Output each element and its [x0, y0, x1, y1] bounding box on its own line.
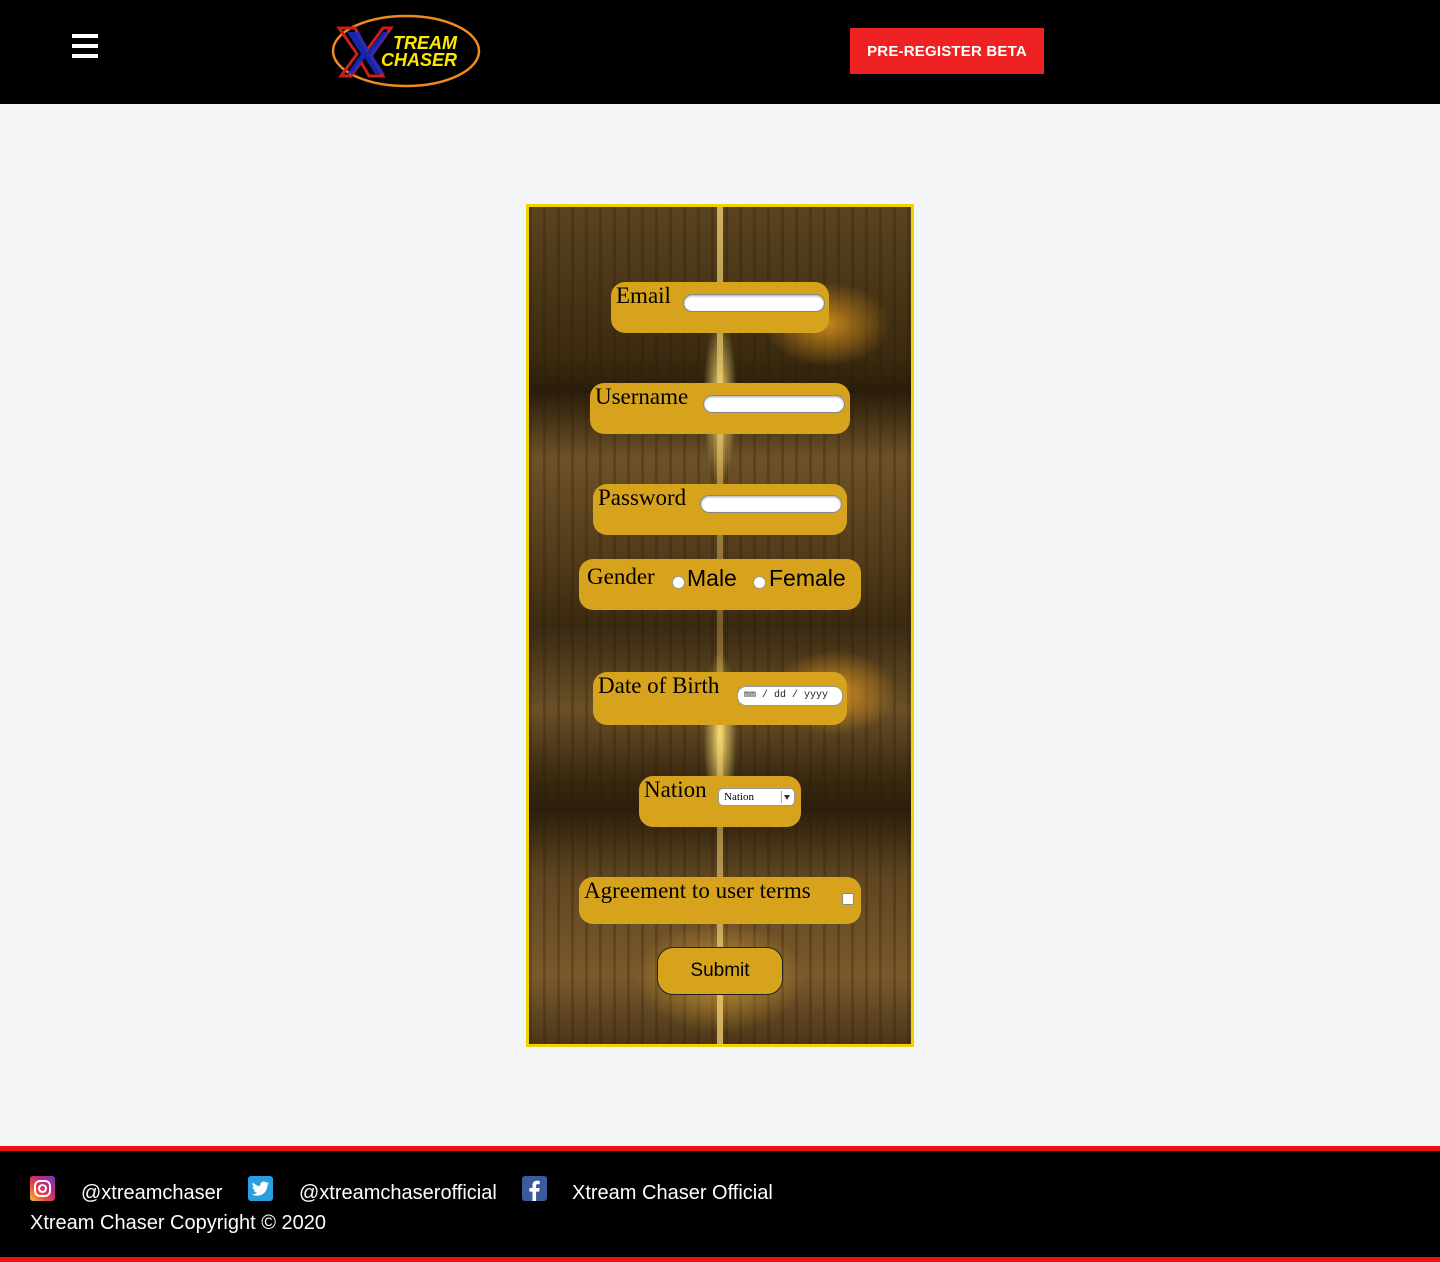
agreement-field-group: Agreement to user terms: [579, 877, 861, 924]
gender-female-label: Female: [769, 565, 846, 591]
chevron-down-icon: [781, 791, 792, 803]
twitter-handle-link[interactable]: @xtreamchaserofficial: [299, 1182, 497, 1205]
gender-female-radio[interactable]: [753, 576, 766, 589]
email-input[interactable]: [683, 294, 825, 312]
gender-label: Gender: [587, 564, 655, 589]
gender-male-label: Male: [687, 565, 737, 591]
email-field-group: Email: [611, 282, 829, 333]
nation-label: Nation: [644, 777, 707, 802]
password-field-group: Password: [593, 484, 847, 535]
email-label: Email: [616, 283, 671, 308]
svg-text:CHASER: CHASER: [381, 50, 457, 70]
registration-form: Email Username Password Gender Male Fema…: [526, 204, 914, 1047]
xtream-chaser-logo[interactable]: TREAM CHASER: [331, 14, 482, 88]
submit-button[interactable]: Submit: [657, 947, 783, 995]
dob-input[interactable]: mm / dd / yyyy: [737, 686, 843, 706]
gender-field-group: Gender Male Female: [579, 559, 861, 610]
agreement-checkbox[interactable]: [842, 893, 854, 905]
username-input[interactable]: [703, 395, 845, 413]
facebook-page-link[interactable]: Xtream Chaser Official: [572, 1182, 773, 1205]
menu-icon[interactable]: [72, 34, 98, 60]
nation-selected-value: Nation: [724, 791, 754, 803]
dob-label: Date of Birth: [598, 673, 720, 698]
instagram-handle-link[interactable]: @xtreamchaser: [81, 1182, 222, 1205]
nation-field-group: Nation Nation: [639, 776, 801, 827]
instagram-icon[interactable]: [30, 1176, 55, 1201]
dob-field-group: Date of Birth mm / dd / yyyy: [593, 672, 847, 725]
password-label: Password: [598, 485, 687, 510]
copyright-text: Xtream Chaser Copyright © 2020: [30, 1212, 326, 1234]
site-header: TREAM CHASER PRE-REGISTER BETA: [0, 0, 1440, 104]
gender-male-radio[interactable]: [672, 576, 685, 589]
username-label: Username: [595, 384, 689, 409]
twitter-icon[interactable]: [248, 1176, 273, 1201]
agreement-label: Agreement to user terms: [584, 878, 811, 903]
facebook-icon[interactable]: [522, 1176, 547, 1201]
site-footer: @xtreamchaser @xtreamchaserofficial Xtre…: [0, 1146, 1440, 1262]
nation-select[interactable]: Nation: [718, 788, 795, 806]
username-field-group: Username: [590, 383, 850, 434]
pre-register-beta-button[interactable]: PRE-REGISTER BETA: [850, 28, 1044, 74]
password-input[interactable]: [700, 495, 842, 513]
